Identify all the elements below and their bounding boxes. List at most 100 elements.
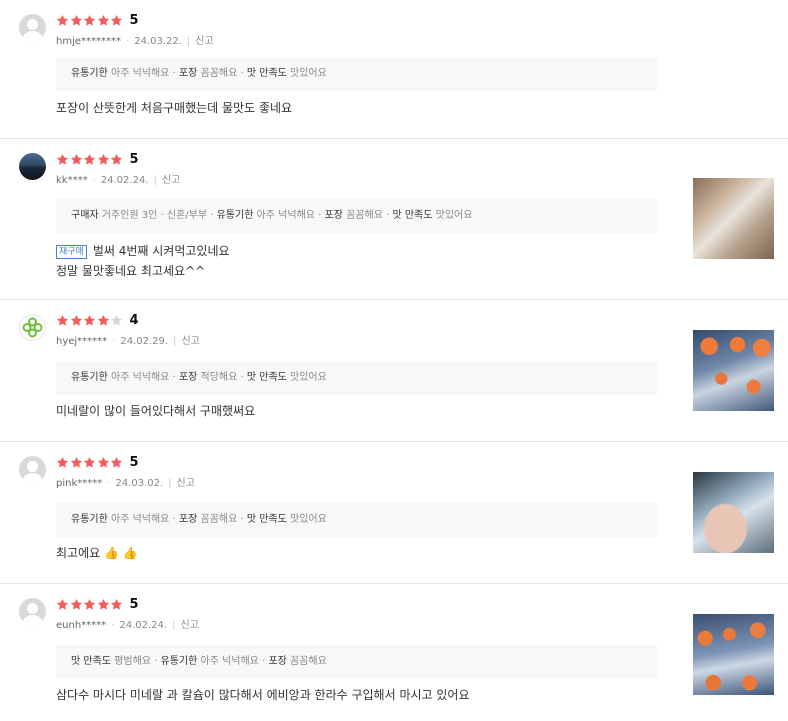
review-date: 24.02.29. bbox=[120, 336, 169, 347]
star-icon bbox=[83, 456, 96, 468]
review-date: 24.03.22. bbox=[134, 36, 182, 47]
option-key: 맛 만족도 bbox=[392, 210, 433, 221]
review-text-line: 삼다수 마시다 미네랄 과 칼슘이 많다해서 에비앙과 한라수 구입해서 마시고… bbox=[56, 688, 470, 702]
star-icon bbox=[83, 14, 96, 26]
flower-icon bbox=[22, 317, 43, 338]
star-rating: 5 bbox=[56, 153, 139, 167]
star-icon bbox=[110, 153, 123, 165]
review-date: 24.02.24. bbox=[100, 175, 149, 186]
option-key: 포장 bbox=[178, 68, 198, 79]
review-options: 맛 만족도 평범해요 · 유통기한 아주 넉넉해요 · 포장 꼼꼼해요 bbox=[56, 645, 657, 679]
review-text-line: 벌써 4번째 시켜먹고있네요 bbox=[92, 244, 230, 258]
option-value: 아주 넉넉해요 bbox=[197, 656, 259, 667]
star-icon bbox=[83, 314, 96, 326]
option-separator: · bbox=[169, 68, 179, 79]
star-rating: 5 bbox=[56, 456, 139, 470]
report-link[interactable]: 신고 bbox=[195, 36, 213, 47]
report-link[interactable]: 신고 bbox=[162, 175, 180, 186]
option-key: 맛 만족도 bbox=[246, 372, 287, 383]
review-text: 미네랄이 많이 들어있다해서 구매했써요 bbox=[56, 401, 255, 421]
option-value: 꼼꼼해요 bbox=[197, 68, 238, 79]
avatar bbox=[19, 598, 46, 625]
star-rating: 5 bbox=[56, 14, 139, 28]
option-key: 맛 만족도 bbox=[71, 656, 111, 667]
rating-score: 5 bbox=[129, 597, 139, 612]
reviewer-id: kk**** bbox=[56, 175, 88, 186]
reviewer-id: eunh***** bbox=[56, 620, 107, 631]
star-icon bbox=[70, 456, 82, 468]
report-link[interactable]: 신고 bbox=[181, 336, 199, 347]
option-key: 포장 bbox=[324, 210, 343, 221]
option-key: 유통기한 bbox=[160, 656, 198, 667]
review-item: 5 hmje******** · 24.03.22. | 신고 유통기한 아주 넉넉해요… bbox=[0, 0, 788, 139]
review-item: 5 pink***** · 24.03.02. | 신고 유통기한 아주 넉넉해요 · … bbox=[0, 442, 788, 584]
review-photo-bottle-pack[interactable] bbox=[693, 614, 774, 695]
review-text-line: 미네랄이 많이 들어있다해서 구매했써요 bbox=[56, 404, 256, 418]
review-text: 최고에요 👍 👍 bbox=[56, 543, 138, 563]
star-icon bbox=[56, 314, 69, 326]
star-rating: 5 bbox=[56, 598, 139, 612]
review-options: 유통기한 아주 넉넉해요 · 포장 꼼꼼해요 · 맛 만족도 맛있어요 bbox=[56, 57, 657, 91]
option-separator: · bbox=[207, 210, 217, 221]
rating-score: 4 bbox=[129, 313, 139, 328]
option-key: 포장 bbox=[268, 656, 287, 667]
review-meta: hyej****** · 24.02.29. | 신고 bbox=[56, 336, 200, 347]
review-photo-bottle[interactable] bbox=[693, 178, 774, 259]
star-icon bbox=[97, 14, 109, 26]
star-icon bbox=[110, 456, 123, 468]
star-icon bbox=[97, 598, 109, 610]
option-separator: · bbox=[150, 656, 161, 667]
rating-score: 5 bbox=[129, 455, 139, 470]
star-icon bbox=[70, 14, 82, 26]
option-value: 맛있어요 bbox=[286, 372, 327, 383]
option-key: 유통기한 bbox=[71, 68, 108, 79]
review-text-line: 포장이 산뜻한게 처음구매했는데 물맛도 좋네요 bbox=[56, 101, 293, 115]
review-options: 구매자 거주인원 3인 · 신혼/부부 · 유통기한 아주 넉넉해요 · 포장 … bbox=[56, 199, 657, 233]
option-key: 포장 bbox=[178, 514, 198, 525]
star-icon bbox=[70, 153, 82, 165]
star-icon bbox=[56, 598, 69, 610]
review-photo-hand-bottle[interactable] bbox=[693, 472, 774, 553]
review-item: 5 eunh***** · 24.02.24. | 신고 맛 만족도 평범해요 · 유통… bbox=[0, 584, 788, 721]
review-text-line: 최고에요 👍 👍 bbox=[56, 546, 138, 560]
option-value: 맛있어요 bbox=[286, 68, 327, 79]
review-photo-bottle-pack[interactable] bbox=[693, 330, 774, 411]
report-link[interactable]: 신고 bbox=[180, 620, 198, 631]
option-value: 적당해요 bbox=[197, 372, 238, 383]
star-icon bbox=[56, 14, 69, 26]
option-value: 아주 넉넉해요 bbox=[107, 514, 170, 525]
stars-container bbox=[56, 312, 124, 331]
rating-score: 5 bbox=[129, 152, 139, 167]
star-icon bbox=[97, 153, 109, 165]
option-value: 맛있어요 bbox=[286, 514, 327, 525]
reviewer-id: pink***** bbox=[56, 478, 103, 489]
report-link[interactable]: 신고 bbox=[177, 478, 195, 489]
option-value: 평범해요 bbox=[110, 656, 151, 667]
stars-container bbox=[56, 151, 124, 170]
option-value: 맛있어요 bbox=[432, 210, 473, 221]
star-rating: 4 bbox=[56, 314, 139, 328]
star-icon bbox=[56, 456, 69, 468]
option-value: 아주 넉넉해요 bbox=[253, 210, 315, 221]
option-key: 포장 bbox=[178, 372, 198, 383]
review-date: 24.03.02. bbox=[115, 478, 164, 489]
review-item: 4 hyej****** · 24.02.29. | 신고 유통기한 아주 넉넉해요 ·… bbox=[0, 300, 788, 442]
option-separator: · bbox=[169, 514, 179, 525]
option-value: 꼼꼼해요 bbox=[342, 210, 383, 221]
stars-container bbox=[56, 12, 124, 31]
star-icon bbox=[83, 153, 96, 165]
review-text-line: 정말 물맛좋네요 최고세요^^ bbox=[56, 264, 206, 278]
avatar bbox=[19, 14, 46, 41]
option-separator: · bbox=[314, 210, 325, 221]
option-key: 구매자 bbox=[71, 210, 99, 221]
avatar bbox=[19, 153, 46, 180]
review-date: 24.02.24. bbox=[119, 620, 168, 631]
review-meta: eunh***** · 24.02.24. | 신고 bbox=[56, 620, 199, 631]
rebuy-badge: 재구매 bbox=[56, 245, 87, 259]
star-icon bbox=[110, 14, 123, 26]
option-value: 꼼꼼해요 bbox=[286, 656, 327, 667]
review-meta: pink***** · 24.03.02. | 신고 bbox=[56, 478, 195, 489]
star-icon bbox=[110, 314, 123, 326]
avatar bbox=[19, 456, 46, 483]
option-separator: · bbox=[258, 656, 269, 667]
